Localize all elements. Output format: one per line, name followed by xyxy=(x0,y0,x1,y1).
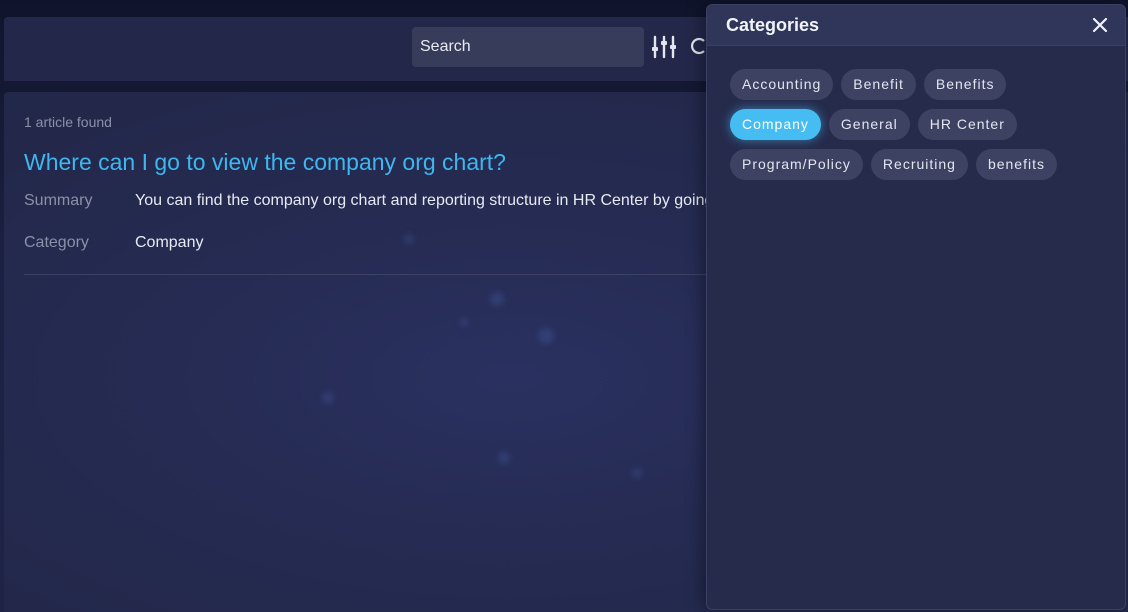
app-window: 1 article found Where can I go to view t… xyxy=(0,0,1128,612)
chip-row: Program/Policy Recruiting benefits xyxy=(730,149,1110,180)
category-label: Category xyxy=(24,234,89,251)
background-dot xyxy=(322,392,334,404)
close-icon[interactable] xyxy=(1090,15,1110,35)
chip-row: Accounting Benefit Benefits xyxy=(730,69,1110,100)
category-chip-general[interactable]: General xyxy=(828,109,910,140)
summary-label: Summary xyxy=(24,192,93,209)
category-chip-program-policy[interactable]: Program/Policy xyxy=(730,149,863,180)
category-value: Company xyxy=(135,234,204,251)
background-dot xyxy=(460,318,468,326)
divider xyxy=(24,274,724,275)
article-title-link[interactable]: Where can I go to view the company org c… xyxy=(24,149,506,176)
chip-row: Company General HR Center xyxy=(730,109,1110,140)
category-chip-benefit[interactable]: Benefit xyxy=(841,69,916,100)
background-dot xyxy=(404,234,414,244)
categories-header: Categories xyxy=(707,5,1125,46)
sliders-icon[interactable] xyxy=(650,34,678,60)
categories-panel: Categories Accounting Benefit Benefits C… xyxy=(706,4,1126,610)
search-input[interactable] xyxy=(412,27,644,67)
category-chip-recruiting[interactable]: Recruiting xyxy=(870,149,968,180)
category-chip-accounting[interactable]: Accounting xyxy=(730,69,834,100)
result-count: 1 article found xyxy=(24,114,112,130)
category-chip-benefits-lowercase[interactable]: benefits xyxy=(975,149,1057,180)
summary-value: You can find the company org chart and r… xyxy=(135,192,714,209)
category-chip-hr-center[interactable]: HR Center xyxy=(917,109,1017,140)
background-dot xyxy=(632,468,642,478)
category-chip-list: Accounting Benefit Benefits Company Gene… xyxy=(730,69,1110,189)
category-chip-benefits[interactable]: Benefits xyxy=(923,69,1007,100)
background-dot xyxy=(498,452,510,464)
category-chip-company[interactable]: Company xyxy=(730,109,821,140)
categories-title: Categories xyxy=(726,15,820,35)
background-dot xyxy=(538,328,554,344)
background-dot xyxy=(490,292,504,306)
